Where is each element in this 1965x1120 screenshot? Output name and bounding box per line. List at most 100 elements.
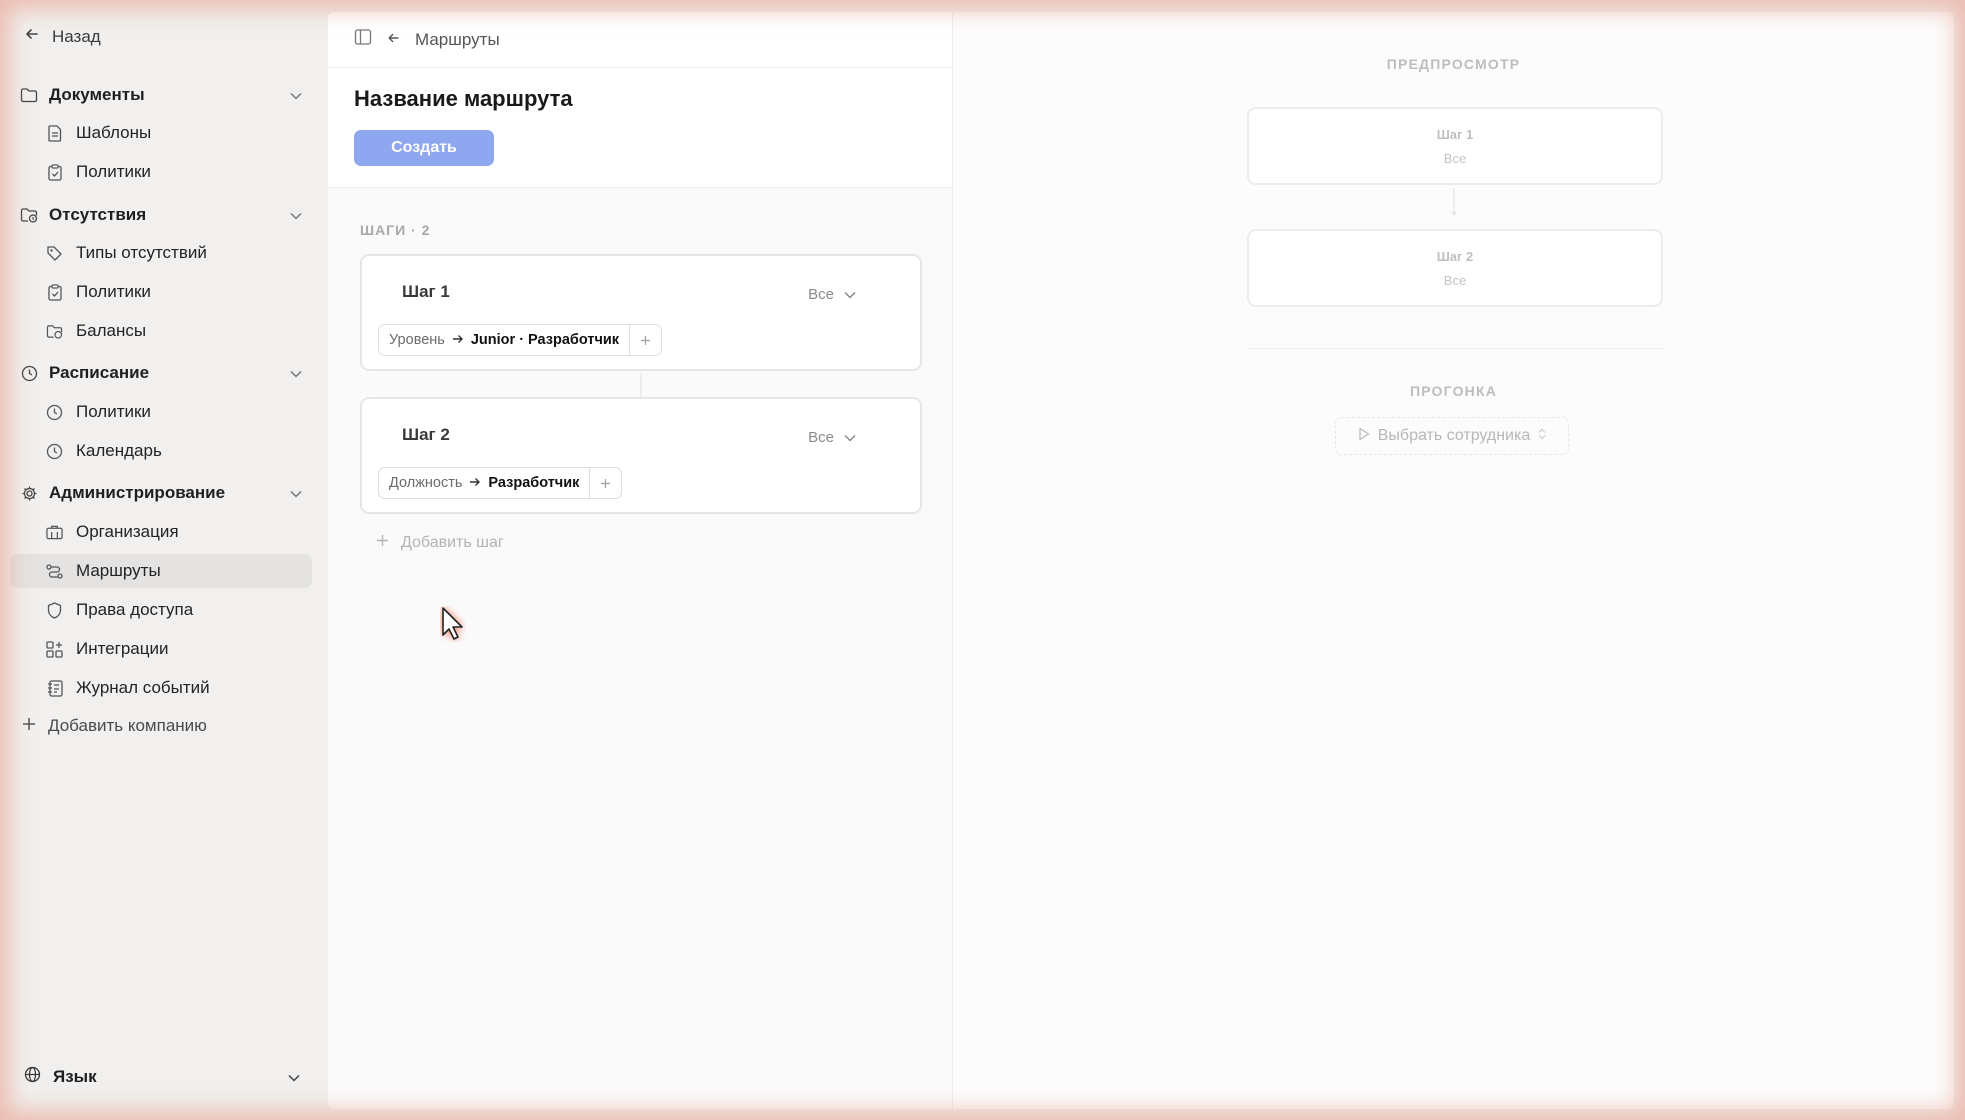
- group-label: Отсутствия: [49, 205, 147, 224]
- sidebar-item-event-log[interactable]: Журнал событий: [10, 671, 312, 705]
- sidebar-item-calendar[interactable]: Календарь: [10, 434, 312, 468]
- preview-arrow-icon: [1451, 188, 1457, 217]
- plus-icon: [376, 534, 389, 552]
- condition-value: Junior · Разработчик: [470, 332, 620, 348]
- sidebar-group-documents[interactable]: Документы: [20, 81, 302, 109]
- play-icon: [1358, 427, 1370, 446]
- arrow-left-icon: [24, 26, 40, 47]
- add-company-button[interactable]: Добавить компанию: [22, 716, 207, 736]
- editor-header: Название маршрута Создать: [328, 68, 952, 188]
- condition-chip[interactable]: Уровень Junior · Разработчик: [378, 324, 663, 356]
- chevron-down-icon: [290, 363, 302, 383]
- sidebar-item-absence-types[interactable]: Типы отсутствий: [10, 236, 312, 270]
- sidebar-group-absences[interactable]: Отсутствия: [20, 201, 302, 229]
- document-icon: [46, 124, 63, 142]
- chevron-down-icon: [290, 85, 302, 105]
- sidebar-item-label: Шаблоны: [76, 123, 152, 142]
- condition-key: Должность: [389, 475, 463, 491]
- preview-step-title: Шаг 1: [1436, 126, 1474, 142]
- language-selector[interactable]: Язык: [24, 1066, 300, 1088]
- condition-chip[interactable]: Должность Разработчик: [378, 467, 623, 499]
- preview-step-card: Шаг 1 Все: [1247, 107, 1663, 185]
- chevron-down-icon: [288, 1067, 300, 1087]
- building-icon: [46, 524, 63, 541]
- editor-topbar: Маршруты: [328, 12, 952, 68]
- sidebar-item-integrations[interactable]: Интеграции: [10, 632, 312, 666]
- sidebar-item-balances[interactable]: Балансы: [10, 314, 312, 348]
- breadcrumb[interactable]: Маршруты: [415, 30, 500, 50]
- preview-step-card: Шаг 2 Все: [1247, 229, 1663, 307]
- sidebar-item-label: Календарь: [76, 441, 162, 460]
- chevron-down-icon: [290, 483, 302, 503]
- sidebar-item-absence-policies[interactable]: Политики: [10, 275, 312, 309]
- sidebar: Назад Документы Шаблоны Политики Отсутст…: [0, 0, 328, 1120]
- sidebar-item-access-rights[interactable]: Права доступа: [10, 593, 312, 627]
- sidebar-item-label: Права доступа: [76, 600, 194, 619]
- condition-key: Уровень: [389, 332, 445, 348]
- sidebar-item-label: Журнал событий: [76, 678, 210, 697]
- plus-icon: [601, 478, 611, 488]
- sidebar-item-schedule-policies[interactable]: Политики: [10, 395, 312, 429]
- folder-icon: [20, 86, 38, 104]
- step-mode-value: Все: [808, 428, 834, 446]
- chevron-down-icon: [290, 205, 302, 225]
- sidebar-item-label: Типы отсутствий: [76, 243, 207, 262]
- arrow-right-icon: [452, 332, 464, 348]
- route-title[interactable]: Название маршрута: [354, 86, 926, 112]
- sidebar-item-document-policies[interactable]: Политики: [10, 155, 312, 189]
- sidebar-item-routes[interactable]: Маршруты: [10, 554, 312, 588]
- group-label: Расписание: [49, 363, 150, 382]
- sidebar-item-label: Политики: [76, 162, 151, 181]
- steps-count-label: ШАГИ · 2: [360, 222, 431, 238]
- route-editor-panel: Маршруты Название маршрута Создать ШАГИ …: [328, 12, 952, 1109]
- sidebar-toggle-icon[interactable]: [354, 28, 372, 51]
- create-button[interactable]: Создать: [354, 130, 494, 166]
- chevron-down-icon: [844, 286, 856, 303]
- sidebar-item-label: Балансы: [76, 321, 147, 340]
- sidebar-item-templates[interactable]: Шаблоны: [10, 116, 312, 150]
- sidebar-item-organization[interactable]: Организация: [10, 515, 312, 549]
- group-label: Администрирование: [49, 483, 226, 502]
- language-label: Язык: [53, 1067, 97, 1086]
- tag-icon: [46, 245, 63, 262]
- log-icon: [46, 679, 63, 697]
- step-title[interactable]: Шаг 2: [402, 425, 450, 445]
- route-icon: [46, 563, 63, 580]
- clock-icon: [46, 443, 63, 460]
- back-link[interactable]: Назад: [24, 26, 101, 47]
- select-employee-label: Выбрать сотрудника: [1377, 427, 1531, 444]
- step-title[interactable]: Шаг 1: [402, 282, 450, 302]
- mouse-cursor-icon: [442, 607, 463, 640]
- clock-icon: [46, 404, 63, 421]
- step-mode-select[interactable]: Все: [798, 421, 866, 453]
- preview-divider: [1247, 348, 1663, 349]
- select-employee-dropdown[interactable]: Выбрать сотрудника: [1335, 417, 1569, 455]
- sidebar-item-label: Политики: [76, 282, 151, 301]
- add-step-label: Добавить шаг: [401, 534, 504, 551]
- sidebar-item-label: Организация: [76, 522, 179, 541]
- preview-step-mode: Все: [1443, 272, 1467, 288]
- preview-step-mode: Все: [1443, 150, 1467, 166]
- sidebar-group-administration[interactable]: Администрирование: [20, 479, 302, 507]
- arrow-right-icon: [469, 475, 481, 491]
- grid-plus-icon: [46, 640, 63, 658]
- preview-label: ПРЕДПРОСМОТР: [1386, 56, 1521, 72]
- sidebar-item-label: Политики: [76, 402, 151, 421]
- add-condition-button[interactable]: [629, 325, 661, 355]
- breadcrumb-back-icon[interactable]: [386, 30, 401, 50]
- add-company-label: Добавить компанию: [48, 716, 207, 735]
- add-condition-button[interactable]: [589, 468, 621, 498]
- step-mode-select[interactable]: Все: [798, 278, 866, 310]
- step-card[interactable]: Шаг 2 Все Должность Разработчик: [360, 397, 922, 514]
- sidebar-item-label: Интеграции: [76, 639, 169, 658]
- updown-chevron-icon: [1538, 427, 1546, 445]
- add-step-button[interactable]: Добавить шаг: [376, 534, 504, 552]
- sidebar-group-schedule[interactable]: Расписание: [20, 359, 302, 387]
- step-card[interactable]: Шаг 1 Все Уровень Junior · Разработчик: [360, 254, 922, 371]
- folder-clock-icon: [20, 206, 38, 224]
- shield-icon: [46, 601, 63, 619]
- sidebar-item-label: Маршруты: [76, 561, 161, 580]
- back-label: Назад: [52, 26, 101, 46]
- preview-step-title: Шаг 2: [1436, 248, 1474, 264]
- clipboard-icon: [46, 283, 63, 301]
